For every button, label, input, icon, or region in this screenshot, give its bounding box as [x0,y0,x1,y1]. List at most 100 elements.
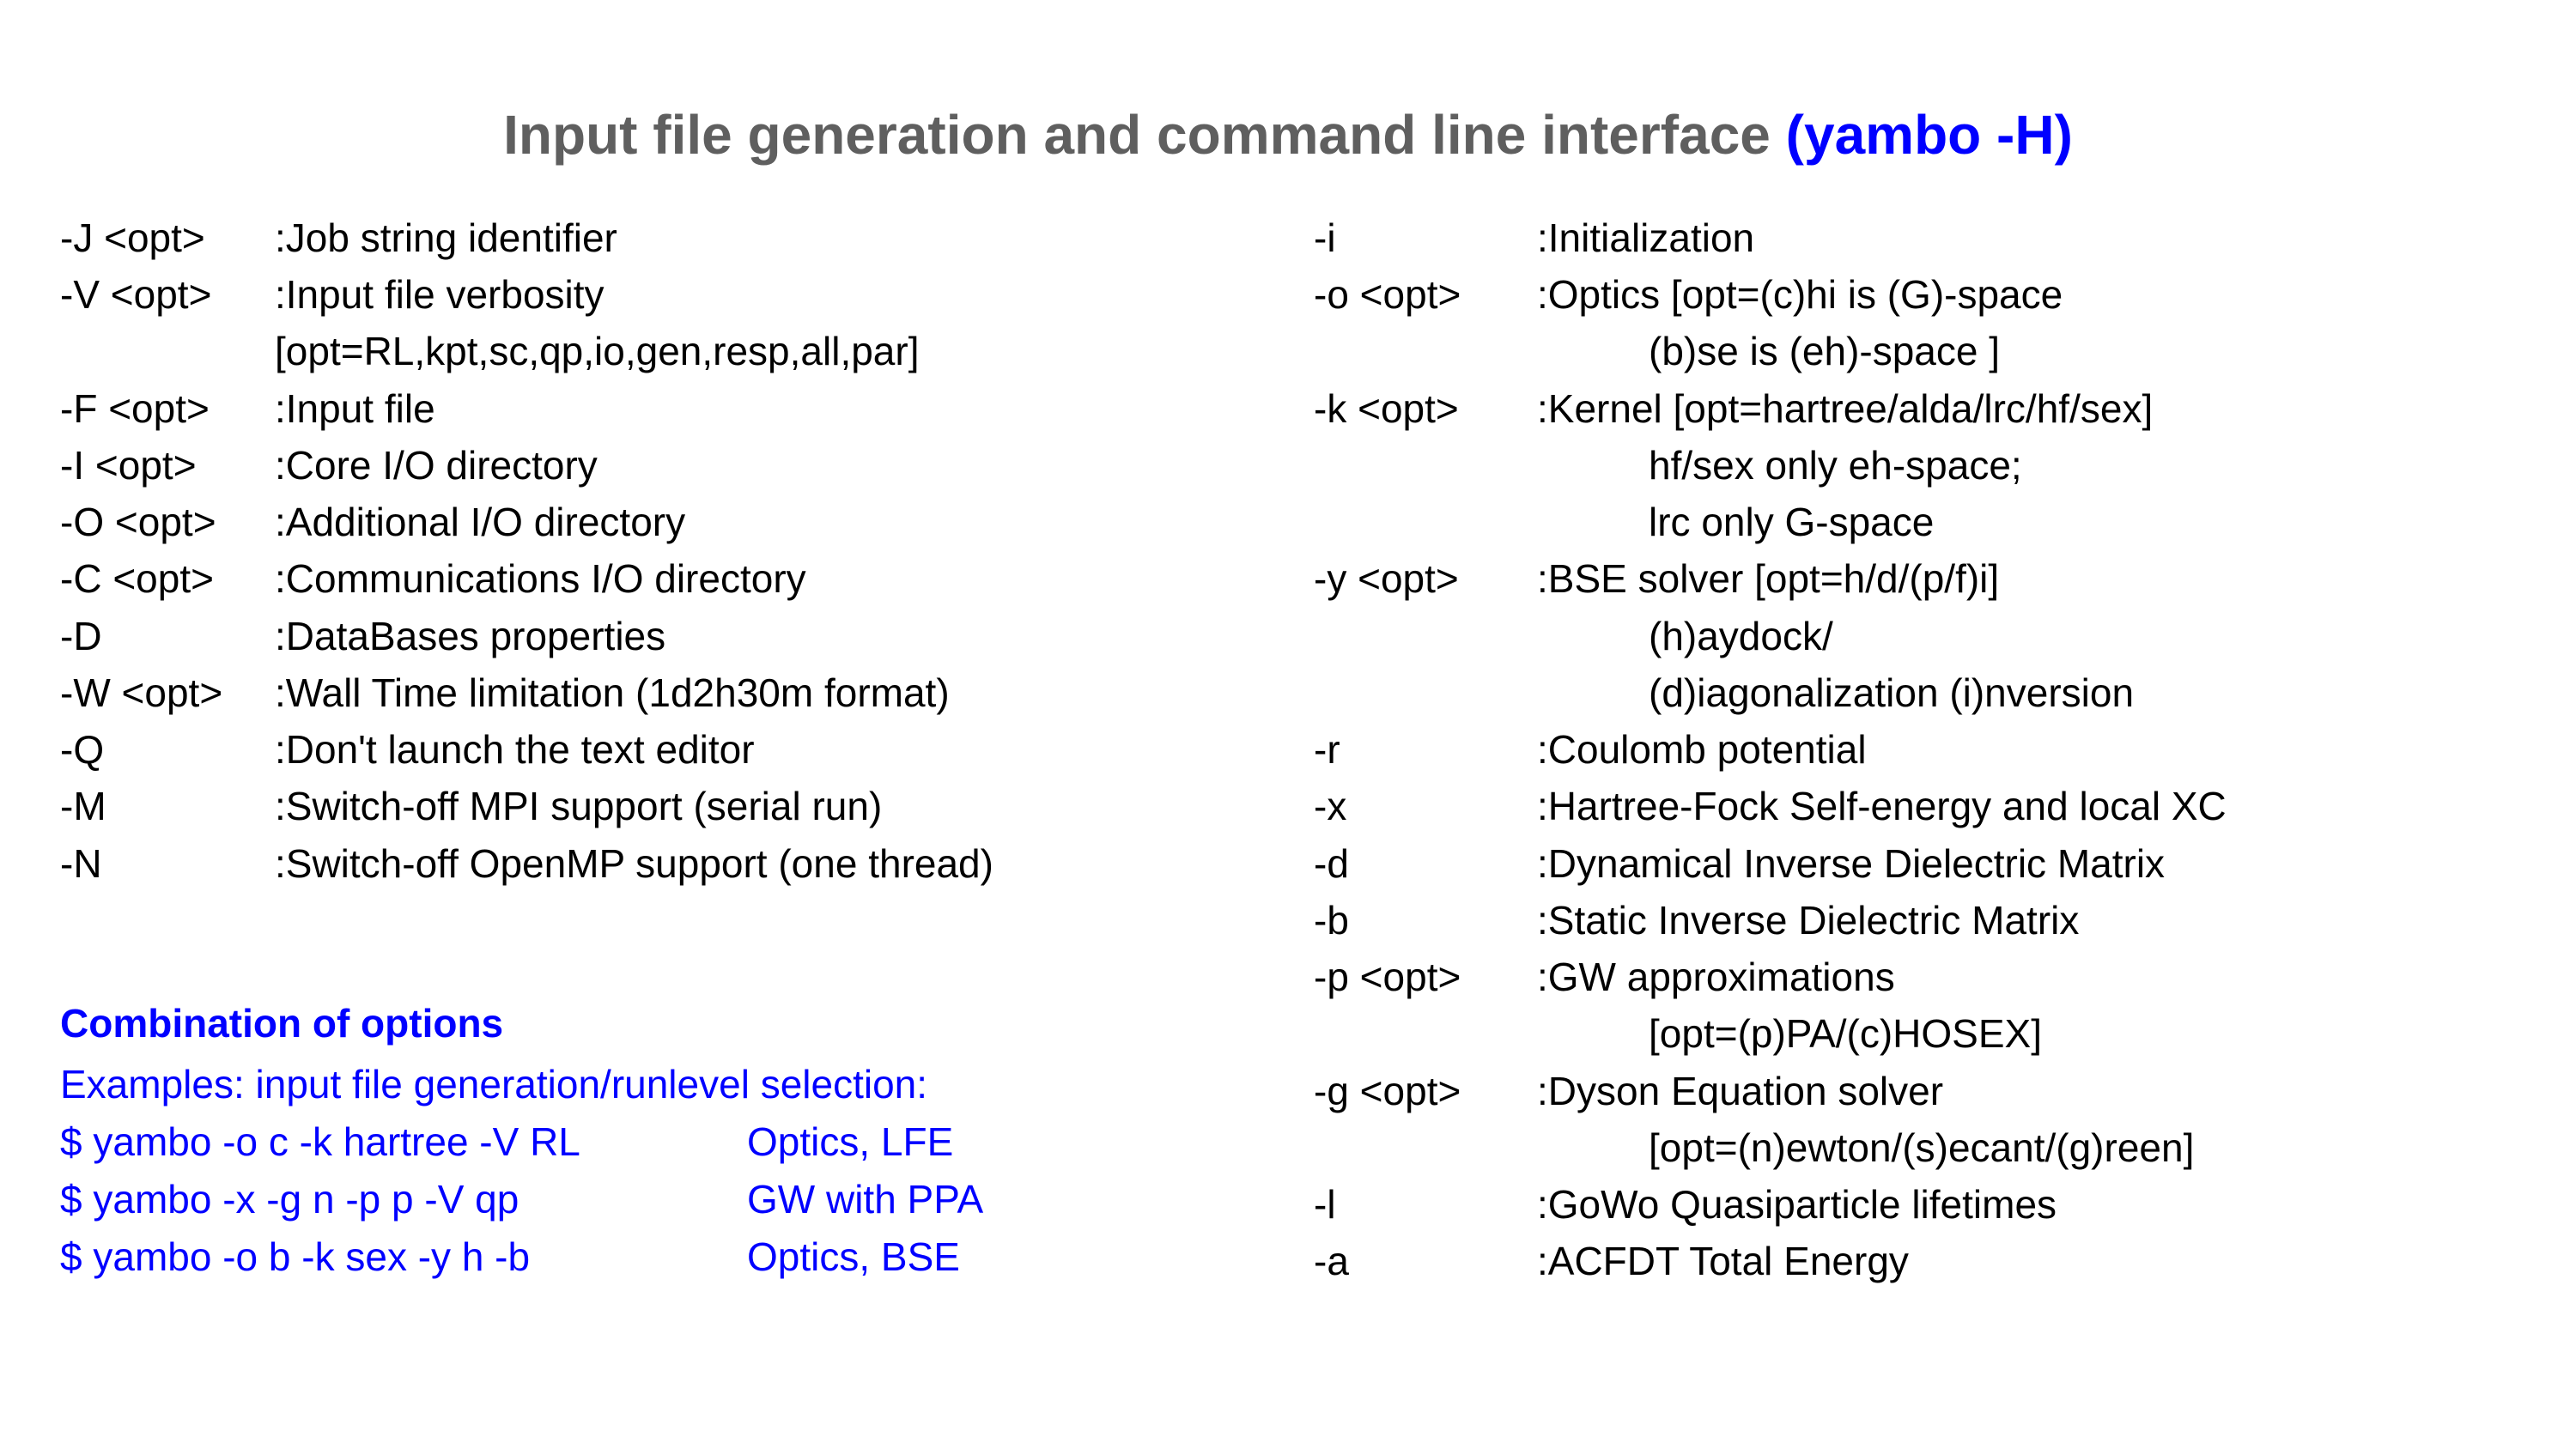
option-row: -M:Switch-off MPI support (serial run) [60,778,1262,834]
title-blue: (yambo -H) [1786,104,2073,166]
option-row: -y <opt>:BSE solver [opt=h/d/(p/f)i] [1314,550,2516,607]
option-desc: lrc only G-space [1537,494,2516,550]
option-row: -C <opt>:Communications I/O directory [60,550,1262,607]
option-row: hf/sex only eh-space; [1314,437,2516,494]
option-flag: -D [60,608,275,664]
option-desc: :Core I/O directory [275,437,1262,494]
combo-title: Combination of options [60,995,1262,1052]
option-desc: :Hartree-Fock Self-energy and local XC [1537,778,2516,834]
option-row: -x:Hartree-Fock Self-energy and local XC [1314,778,2516,834]
combo-label: Optics, BSE [747,1228,960,1286]
option-desc: :Switch-off OpenMP support (one thread) [275,835,1262,892]
option-desc: :Input file verbosity [275,266,1262,323]
combo-example-row: $ yambo -x -g n -p p -V qpGW with PPA [60,1171,1262,1228]
option-flag: -x [1314,778,1537,834]
option-flag: -k <opt> [1314,380,1537,437]
option-row: -D:DataBases properties [60,608,1262,664]
combo-command: $ yambo -o b -k sex -y h -b [60,1228,747,1286]
option-flag [1314,494,1537,550]
option-flag [1314,1005,1537,1062]
option-flag: -l [1314,1176,1537,1233]
combo-label: Optics, LFE [747,1113,953,1171]
option-desc: (b)se is (eh)-space ] [1537,323,2516,379]
option-row: [opt=(n)ewton/(s)ecant/(g)reen] [1314,1119,2516,1176]
option-row: -a:ACFDT Total Energy [1314,1233,2516,1289]
option-flag: -F <opt> [60,380,275,437]
option-row: -b:Static Inverse Dielectric Matrix [1314,892,2516,949]
option-row: -i:Initialization [1314,209,2516,266]
right-column: -i:Initialization-o <opt>:Optics [opt=(c… [1314,209,2516,1289]
option-flag: -o <opt> [1314,266,1537,323]
option-desc: :BSE solver [opt=h/d/(p/f)i] [1537,550,2516,607]
option-desc: :Dynamical Inverse Dielectric Matrix [1537,835,2516,892]
option-desc: :Don't launch the text editor [275,721,1262,778]
columns: -J <opt>:Job string identifier-V <opt>:I… [60,209,2516,1289]
option-flag: -O <opt> [60,494,275,550]
option-flag: -C <opt> [60,550,275,607]
option-flag: -Q [60,721,275,778]
option-flag: -a [1314,1233,1537,1289]
option-flag: -N [60,835,275,892]
option-desc: :Switch-off MPI support (serial run) [275,778,1262,834]
option-flag: -y <opt> [1314,550,1537,607]
option-row: -g <opt>:Dyson Equation solver [1314,1063,2516,1119]
option-desc: :Initialization [1537,209,2516,266]
option-flag [1314,1119,1537,1176]
option-desc: :Static Inverse Dielectric Matrix [1537,892,2516,949]
option-desc: [opt=(p)PA/(c)HOSEX] [1537,1005,2516,1062]
option-row: [opt=(p)PA/(c)HOSEX] [1314,1005,2516,1062]
option-flag: -V <opt> [60,266,275,323]
option-desc: :Input file [275,380,1262,437]
left-column: -J <opt>:Job string identifier-V <opt>:I… [60,209,1262,1289]
option-row: -I <opt>:Core I/O directory [60,437,1262,494]
option-desc: :GoWo Quasiparticle lifetimes [1537,1176,2516,1233]
option-row: -N:Switch-off OpenMP support (one thread… [60,835,1262,892]
combo-example-row: $ yambo -o b -k sex -y h -bOptics, BSE [60,1228,1262,1286]
option-row: (b)se is (eh)-space ] [1314,323,2516,379]
option-flag: -r [1314,721,1537,778]
combo-command: $ yambo -x -g n -p p -V qp [60,1171,747,1228]
option-flag [1314,437,1537,494]
option-desc: [opt=RL,kpt,sc,qp,io,gen,resp,all,par] [275,323,1262,379]
combo-command: $ yambo -o c -k hartree -V RL [60,1113,747,1171]
option-row: -p <opt>:GW approximations [1314,949,2516,1005]
option-flag: -p <opt> [1314,949,1537,1005]
option-desc: (h)aydock/ [1537,608,2516,664]
option-desc: :Job string identifier [275,209,1262,266]
option-desc: :Additional I/O directory [275,494,1262,550]
left-option-list: -J <opt>:Job string identifier-V <opt>:I… [60,209,1262,892]
option-row: lrc only G-space [1314,494,2516,550]
option-desc: :Coulomb potential [1537,721,2516,778]
option-row: -V <opt>:Input file verbosity [60,266,1262,323]
combo-label: GW with PPA [747,1171,983,1228]
page-title: Input file generation and command line i… [60,103,2516,167]
option-desc: :Dyson Equation solver [1537,1063,2516,1119]
combo-intro: Examples: input file generation/runlevel… [60,1056,1262,1113]
option-flag [60,323,275,379]
option-row: -r:Coulomb potential [1314,721,2516,778]
option-desc: :Optics [opt=(c)hi is (G)-space [1537,266,2516,323]
combo-example-row: $ yambo -o c -k hartree -V RLOptics, LFE [60,1113,1262,1171]
option-flag: -J <opt> [60,209,275,266]
option-row: -o <opt>:Optics [opt=(c)hi is (G)-space [1314,266,2516,323]
option-desc: :Kernel [opt=hartree/alda/lrc/hf/sex] [1537,380,2516,437]
option-flag: -W <opt> [60,664,275,721]
option-flag: -M [60,778,275,834]
option-row: -O <opt>:Additional I/O directory [60,494,1262,550]
combination-block: Combination of options Examples: input f… [60,995,1262,1287]
option-flag [1314,323,1537,379]
option-row: -k <opt>:Kernel [opt=hartree/alda/lrc/hf… [1314,380,2516,437]
option-desc: :GW approximations [1537,949,2516,1005]
option-flag: -I <opt> [60,437,275,494]
title-main: Input file generation and command line i… [503,104,1786,166]
option-row: (h)aydock/ [1314,608,2516,664]
combo-rows: $ yambo -o c -k hartree -V RLOptics, LFE… [60,1113,1262,1286]
option-desc: :ACFDT Total Energy [1537,1233,2516,1289]
option-row: -W <opt>:Wall Time limitation (1d2h30m f… [60,664,1262,721]
option-desc: [opt=(n)ewton/(s)ecant/(g)reen] [1537,1119,2516,1176]
option-flag [1314,664,1537,721]
option-flag: -i [1314,209,1537,266]
right-option-list: -i:Initialization-o <opt>:Optics [opt=(c… [1314,209,2516,1289]
option-desc: hf/sex only eh-space; [1537,437,2516,494]
option-row: [opt=RL,kpt,sc,qp,io,gen,resp,all,par] [60,323,1262,379]
